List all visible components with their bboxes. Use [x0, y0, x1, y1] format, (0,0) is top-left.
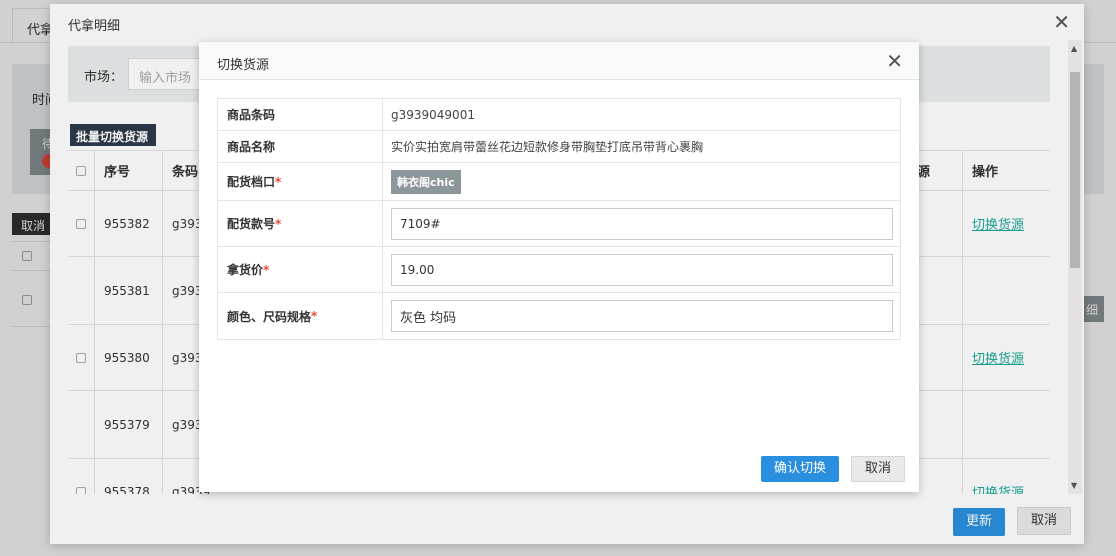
form-row-barcode: 商品条码 g3939049001 — [218, 99, 900, 131]
form-row-spec: 颜色、尺码规格 * 灰色 均码 — [218, 293, 900, 339]
spec-label: 颜色、尺码规格 * — [218, 293, 383, 339]
switch-source-dialog-header: 切换货源 ✕ — [199, 42, 919, 80]
price-input[interactable]: 19.00 — [391, 253, 893, 286]
switch-source-dialog-title: 切换货源 — [217, 58, 270, 73]
switch-cancel-button[interactable]: 取消 — [851, 456, 905, 482]
form-row-style: 配货款号 * 7109# — [218, 201, 900, 247]
product-name-label: 商品名称 — [218, 131, 383, 162]
form-row-price: 拿货价 * 19.00 — [218, 247, 900, 293]
style-no-input[interactable]: 7109# — [391, 207, 893, 240]
close-icon[interactable]: ✕ — [886, 49, 903, 73]
price-label: 拿货价 * — [218, 247, 383, 292]
spec-input[interactable]: 灰色 均码 — [391, 300, 893, 332]
switch-source-dialog: 切换货源 ✕ 商品条码 g3939049001 商品名称 实价实拍宽肩带蕾丝花边… — [199, 42, 919, 492]
barcode-label: 商品条码 — [218, 99, 383, 130]
style-no-label: 配货款号 * — [218, 201, 383, 246]
form-row-shop: 配货档口 * 韩衣阁chic — [218, 163, 900, 201]
confirm-switch-button[interactable]: 确认切换 — [761, 456, 839, 482]
barcode-value: g3939049001 — [391, 107, 475, 122]
form-row-name: 商品名称 实价实拍宽肩带蕾丝花边短款修身带胸垫打底吊带背心裹胸 — [218, 131, 900, 163]
switch-source-form: 商品条码 g3939049001 商品名称 实价实拍宽肩带蕾丝花边短款修身带胸垫… — [217, 98, 901, 340]
shop-tag[interactable]: 韩衣阁chic — [391, 169, 461, 194]
shop-label: 配货档口 * — [218, 163, 383, 200]
product-name-value: 实价实拍宽肩带蕾丝花边短款修身带胸垫打底吊带背心裹胸 — [391, 140, 704, 154]
